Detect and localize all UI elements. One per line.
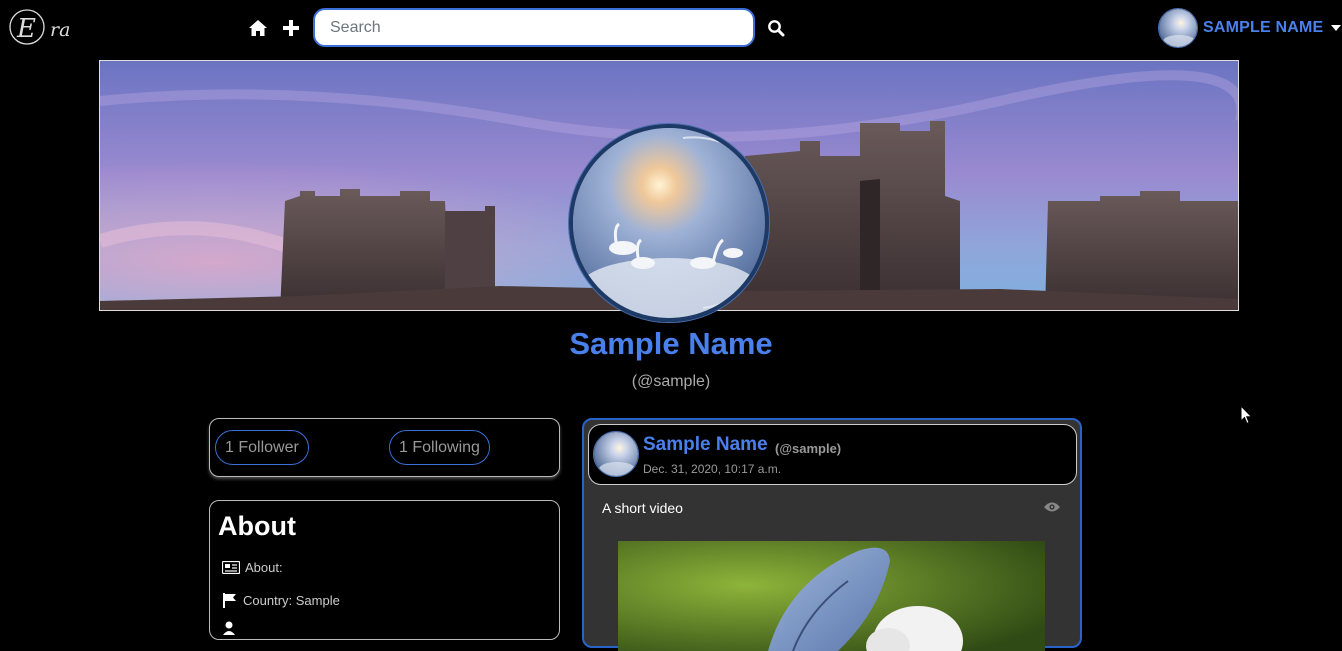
svg-text:ra: ra: [50, 19, 70, 41]
extra-row: [222, 621, 241, 635]
post-video[interactable]: [618, 541, 1045, 651]
followers-button[interactable]: 1 Follower: [215, 430, 309, 465]
about-heading: About: [218, 511, 296, 541]
eye-icon[interactable]: [1043, 500, 1061, 512]
id-card-icon: [222, 561, 240, 574]
search-icon[interactable]: [767, 19, 785, 37]
user-icon: [223, 621, 235, 635]
plus-icon[interactable]: [281, 18, 301, 38]
chevron-down-icon: [1331, 25, 1342, 31]
post-author-link[interactable]: Sample Name: [643, 434, 768, 456]
about-row: About:: [222, 560, 283, 575]
post-card: Sample Name (@sample) Dec. 31, 2020, 10:…: [582, 418, 1082, 651]
search-input[interactable]: [313, 8, 755, 47]
era-logo[interactable]: E ra: [8, 8, 78, 46]
following-button[interactable]: 1 Following: [389, 430, 490, 465]
about-card: About About: Country: Sample: [209, 500, 560, 640]
post-header: Sample Name (@sample) Dec. 31, 2020, 10:…: [588, 424, 1077, 485]
mouse-cursor-icon: [1240, 404, 1253, 425]
user-menu-dropdown[interactable]: SAMPLE NAME: [1158, 7, 1342, 49]
flag-icon: [223, 593, 236, 608]
post-text: A short video: [602, 500, 683, 516]
follow-stats-card: 1 Follower 1 Following: [209, 418, 560, 477]
home-icon[interactable]: [248, 18, 268, 38]
country-row: Country: Sample: [222, 592, 340, 608]
profile-display-name: Sample Name: [569, 326, 773, 361]
profile-username: (@sample): [631, 373, 711, 390]
post-timestamp: Dec. 31, 2020, 10:17 a.m.: [643, 462, 782, 476]
about-label: About:: [245, 560, 283, 575]
svg-text:E: E: [16, 14, 36, 44]
user-name: SAMPLE NAME: [1203, 19, 1324, 36]
avatar: [1158, 8, 1198, 48]
avatar[interactable]: [593, 431, 639, 477]
profile-picture[interactable]: [569, 124, 769, 322]
post-author-handle: (@sample): [775, 441, 842, 456]
country-label: Country: Sample: [243, 592, 340, 608]
top-navbar: E ra Search SAMPLE NAME: [0, 0, 1342, 56]
